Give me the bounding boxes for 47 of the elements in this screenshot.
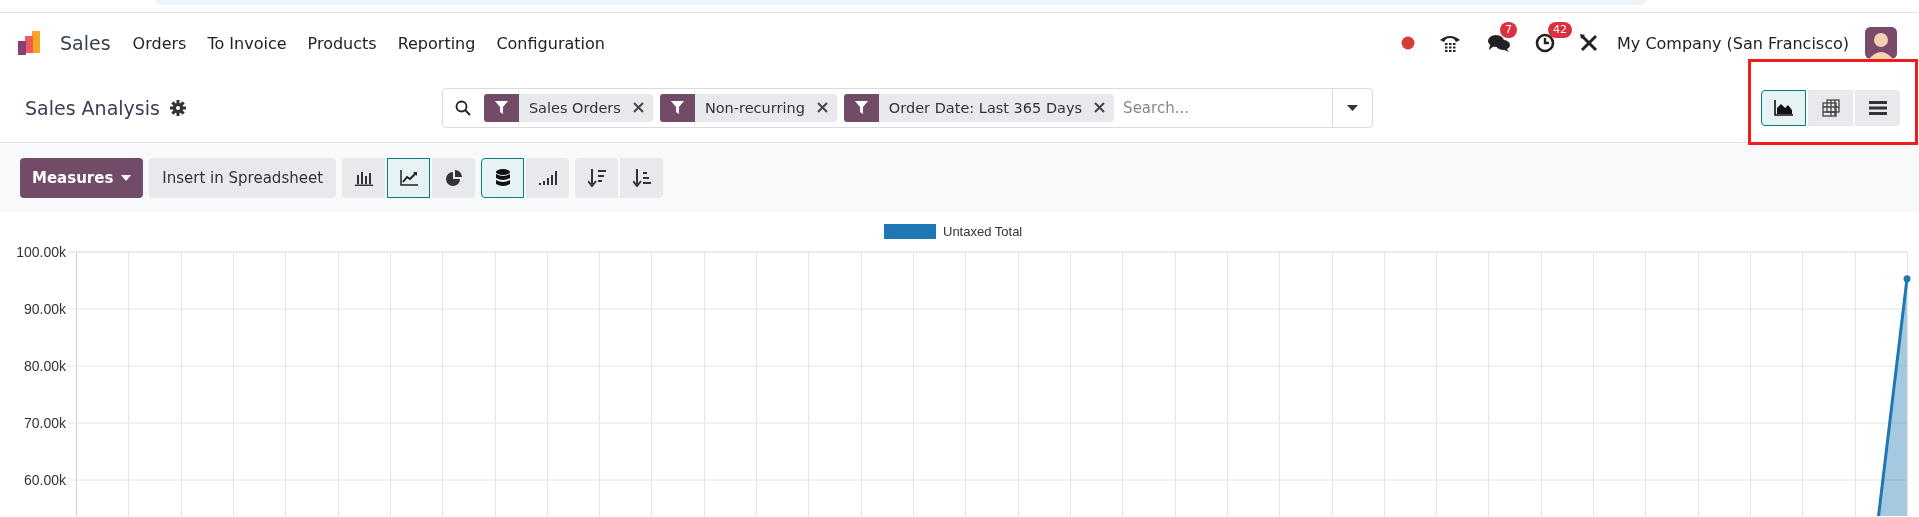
sort-button[interactable] [575,157,619,198]
axis-label: 60.00k [23,472,66,488]
notification-badge: 7 [1500,22,1518,38]
page-title[interactable]: Sales Analysis [25,96,160,119]
sort-ascending-icon [632,168,651,187]
axis-label: 80.00k [23,358,66,374]
chart-type-button[interactable] [432,157,476,198]
view-switch[interactable] [1855,89,1900,126]
app-name[interactable]: Sales [60,32,111,54]
legend-swatch [884,224,936,239]
chart-type-button[interactable] [342,157,386,198]
chart-option-button[interactable] [526,157,570,198]
line-chart-icon [399,169,418,186]
axis-label: 90.00k [23,301,66,317]
avatar-icon[interactable] [1865,27,1897,59]
legend-label[interactable]: Untaxed Total [943,224,1023,239]
insert-spreadsheet-button[interactable]: Insert in Spreadsheet [149,157,337,198]
area-chart-icon [1773,99,1794,116]
bar-chart-icon [354,169,373,186]
menu-item[interactable]: Orders [122,33,197,53]
view-switch[interactable] [1761,89,1806,126]
menu-item[interactable]: Products [297,33,387,53]
caret-icon [121,174,132,181]
menu-item[interactable]: Configuration [486,33,615,53]
axis-label: 100.00k [16,244,66,260]
settings-icon[interactable] [169,99,186,116]
chart-type-button[interactable] [387,157,431,198]
database-icon [495,168,510,187]
table-icon [1821,98,1840,117]
data-point[interactable] [1903,275,1911,283]
chart-option-button[interactable] [481,157,525,198]
list-icon [1868,100,1887,115]
menu-item[interactable]: To Invoice [197,33,297,53]
chat-icon[interactable] [1487,33,1512,53]
signal-bars-icon [538,170,557,185]
sort-descending-icon [587,168,606,187]
view-switch[interactable] [1808,89,1853,126]
notification-badge: 42 [1548,22,1573,38]
clock-icon[interactable] [1535,33,1556,53]
menu-item[interactable]: Reporting [387,33,486,53]
sort-button[interactable] [620,157,664,198]
company-name[interactable]: My Company (San Francisco) [1617,33,1849,53]
status-dot-icon[interactable] [1401,36,1416,50]
measures-dropdown[interactable]: Measures [20,157,144,198]
axis-label: 70.00k [23,415,66,431]
pie-chart-icon [445,169,462,186]
phone-icon[interactable] [1439,33,1462,53]
